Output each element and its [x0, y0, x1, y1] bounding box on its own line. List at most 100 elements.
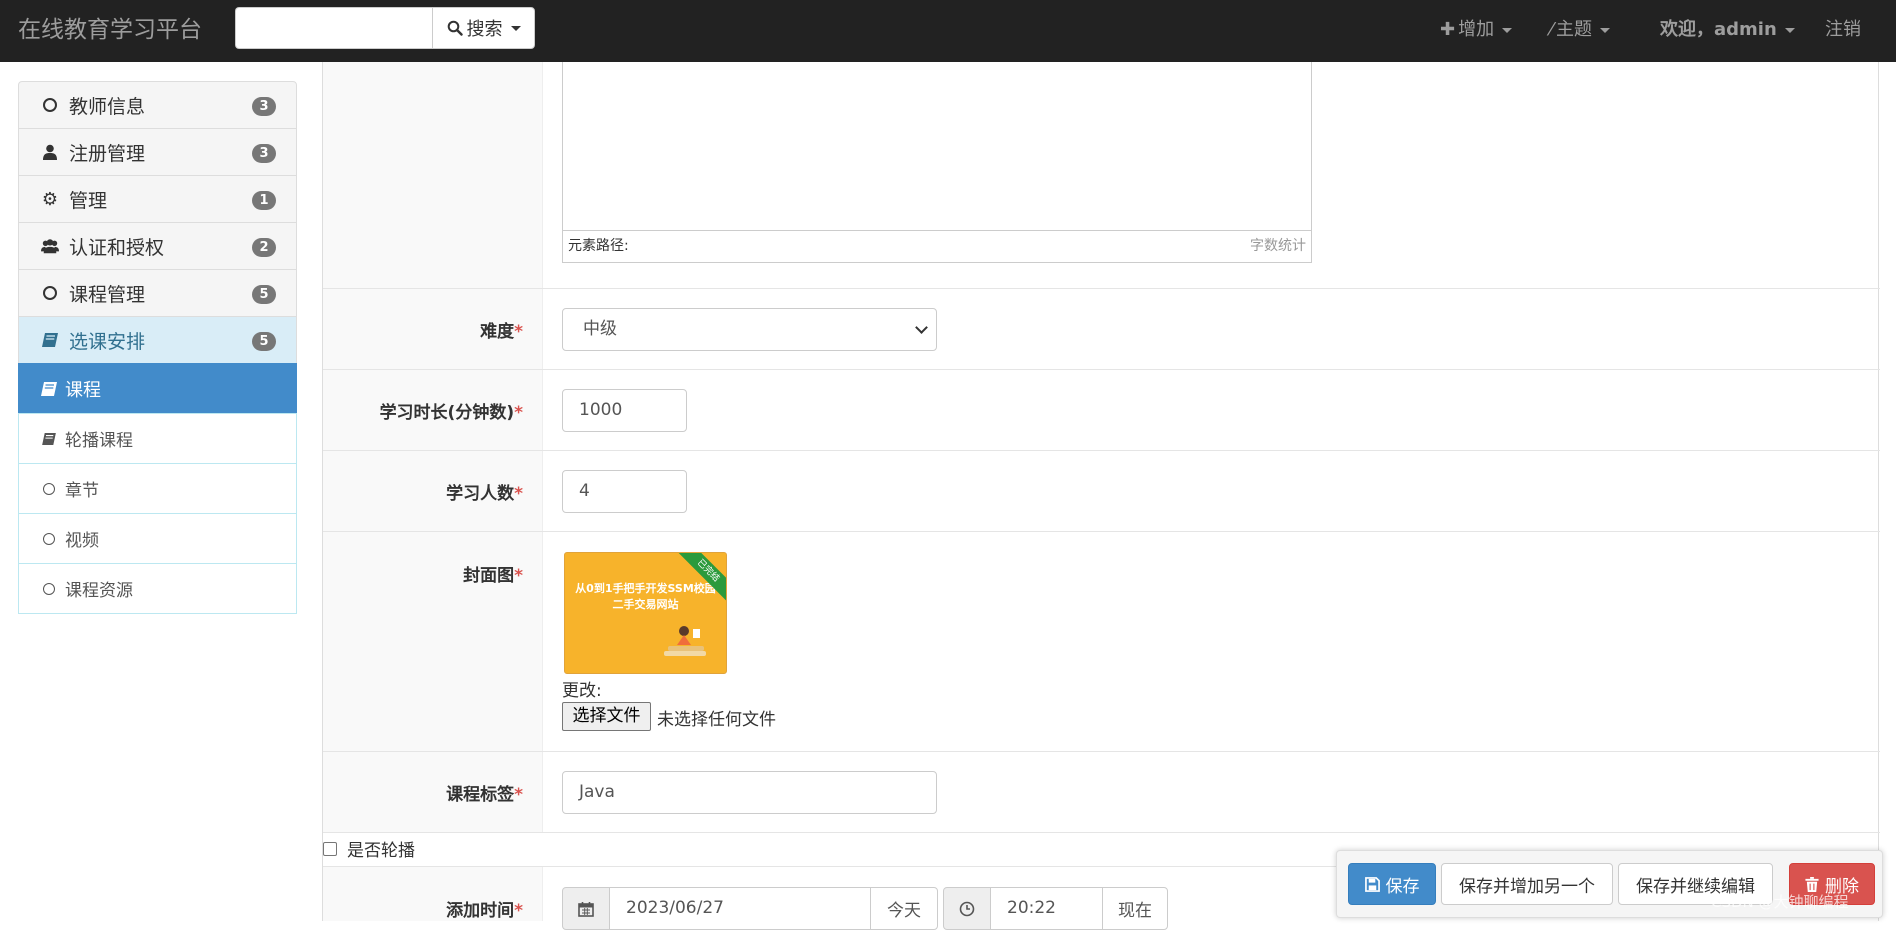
circle-icon [41, 582, 57, 595]
book-icon [41, 432, 57, 445]
tags-input[interactable]: Java [562, 771, 937, 814]
chevron-down-icon [915, 321, 928, 334]
add-time-label: 添加时间* [446, 901, 523, 921]
sidebar-item-registration[interactable]: 注册管理 3 [18, 128, 297, 176]
count-badge: 5 [252, 332, 276, 351]
element-path-label: 元素路径: [568, 238, 629, 254]
search-button[interactable]: 搜索 [432, 7, 535, 49]
caret-down-icon [1600, 27, 1611, 33]
circle-icon [41, 286, 59, 300]
date-input[interactable]: 2023/06/27 [609, 887, 871, 930]
circle-icon [41, 532, 57, 545]
sidebar-subitem-label: 章节 [65, 481, 99, 501]
cover-label: 封面图* [463, 566, 523, 586]
save-button[interactable]: 保存 [1348, 863, 1436, 905]
save-button-label: 保存 [1385, 876, 1420, 897]
sidebar-item-label: 管理 [69, 189, 108, 212]
caret-down-icon [1784, 27, 1795, 33]
sidebar-item-course-management[interactable]: 课程管理 5 [18, 269, 297, 317]
row-divider [323, 288, 1880, 289]
cover-image[interactable]: 从0到1手把手开发SSM校园 二手交易网站 已完结 [564, 552, 727, 674]
add-menu[interactable]: ✚ 增加 [1440, 0, 1513, 60]
search-button-label: 搜索 [466, 19, 503, 40]
rich-text-editor[interactable]: 元素路径: 字数统计 [562, 62, 1312, 263]
editor-footer: 元素路径: 字数统计 [563, 230, 1311, 262]
sidebar-item-label: 认证和授权 [69, 236, 165, 259]
sidebar-subitem-label: 轮播课程 [65, 431, 133, 451]
circle-icon [41, 98, 59, 112]
gear-icon: ⚙ [41, 188, 59, 210]
sidebar-item-course-selection[interactable]: 选课安排 5 [18, 316, 297, 364]
learners-label: 学习人数* [446, 484, 523, 504]
sidebar-item-management[interactable]: ⚙ 管理 1 [18, 175, 297, 223]
count-badge: 5 [252, 285, 276, 304]
sidebar-subitem-label: 视频 [65, 531, 99, 551]
count-badge: 3 [252, 97, 276, 116]
circle-icon [41, 482, 57, 495]
sidebar-subitem-chapter[interactable]: 章节 [18, 463, 297, 514]
sidebar-item-auth[interactable]: 认证和授权 2 [18, 222, 297, 270]
duration-input[interactable]: 1000 [562, 389, 687, 432]
label-column [323, 62, 543, 288]
watermark: CSDN @大钟聊编程 [1711, 893, 1849, 911]
save-and-add-button[interactable]: 保存并增加另一个 [1441, 863, 1613, 905]
row-divider [323, 832, 1880, 833]
search-input[interactable] [235, 7, 433, 49]
time-input[interactable]: 20:22 [990, 887, 1103, 930]
change-label: 更改: [562, 681, 602, 701]
caret-down-icon [1502, 27, 1513, 33]
difficulty-value: 中级 [583, 319, 617, 339]
calendar-icon[interactable] [562, 887, 610, 930]
top-navbar: 在线教育学习平台 搜索 ✚ 增加 ⁄ 主题 欢迎， admin 注销 [0, 0, 1896, 62]
row-divider [323, 450, 1880, 451]
difficulty-select[interactable]: 中级 [562, 308, 937, 351]
count-badge: 3 [252, 144, 276, 163]
users-icon [41, 238, 59, 254]
row-divider [323, 531, 1880, 532]
clock-icon[interactable] [943, 887, 991, 930]
now-button[interactable]: 现在 [1102, 887, 1168, 930]
sidebar-subitem-video[interactable]: 视频 [18, 513, 297, 564]
username: admin [1714, 19, 1777, 40]
sidebar-subitem-label: 课程 [65, 379, 101, 401]
sidebar: 教师信息 3 注册管理 3 ⚙ 管理 1 认证和授权 2 课程管理 5 选课安排… [18, 81, 297, 614]
carousel-label: 是否轮播 [347, 841, 415, 861]
no-file-text: 未选择任何文件 [657, 710, 776, 730]
today-button[interactable]: 今天 [870, 887, 938, 930]
sidebar-subitem-carousel-course[interactable]: 轮播课程 [18, 413, 297, 464]
caret-down-icon [510, 25, 521, 31]
sidebar-item-label: 课程管理 [69, 283, 146, 306]
magic-wand-icon: ⁄ [1550, 19, 1554, 40]
illustration-icon [664, 626, 706, 656]
sidebar-subitem-label: 课程资源 [65, 581, 133, 601]
learners-input[interactable]: 4 [562, 470, 687, 513]
trash-icon [1805, 876, 1819, 892]
duration-label: 学习时长(分钟数)* [379, 403, 523, 423]
book-icon [41, 333, 59, 347]
difficulty-label: 难度* [480, 322, 523, 342]
add-menu-label: 增加 [1458, 19, 1495, 40]
user-menu[interactable]: 欢迎， admin [1660, 0, 1795, 60]
row-divider [323, 369, 1880, 370]
book-icon [41, 381, 57, 396]
user-icon [41, 144, 59, 160]
theme-menu[interactable]: ⁄ 主题 [1550, 0, 1611, 60]
plus-icon: ✚ [1440, 19, 1456, 40]
carousel-checkbox[interactable] [323, 841, 337, 856]
sidebar-item-label: 选课安排 [69, 330, 146, 353]
search-icon [447, 20, 463, 36]
carousel-checkbox-row: 是否轮播 [323, 836, 415, 861]
count-badge: 2 [252, 238, 276, 257]
row-divider [323, 751, 1880, 752]
logout-link[interactable]: 注销 [1825, 0, 1861, 60]
choose-file-button[interactable]: 选择文件 [562, 702, 651, 731]
brand-title[interactable]: 在线教育学习平台 [18, 0, 202, 60]
cover-image-caption: 从0到1手把手开发SSM校园 二手交易网站 [575, 582, 716, 611]
theme-menu-label: 主题 [1556, 19, 1593, 40]
sidebar-subitem-course-resource[interactable]: 课程资源 [18, 563, 297, 614]
count-badge: 1 [252, 191, 276, 210]
sidebar-item-teacher-info[interactable]: 教师信息 3 [18, 81, 297, 129]
sidebar-item-label: 注册管理 [69, 142, 146, 165]
sidebar-subitem-course[interactable]: 课程 [18, 363, 297, 414]
floppy-icon [1364, 876, 1380, 892]
